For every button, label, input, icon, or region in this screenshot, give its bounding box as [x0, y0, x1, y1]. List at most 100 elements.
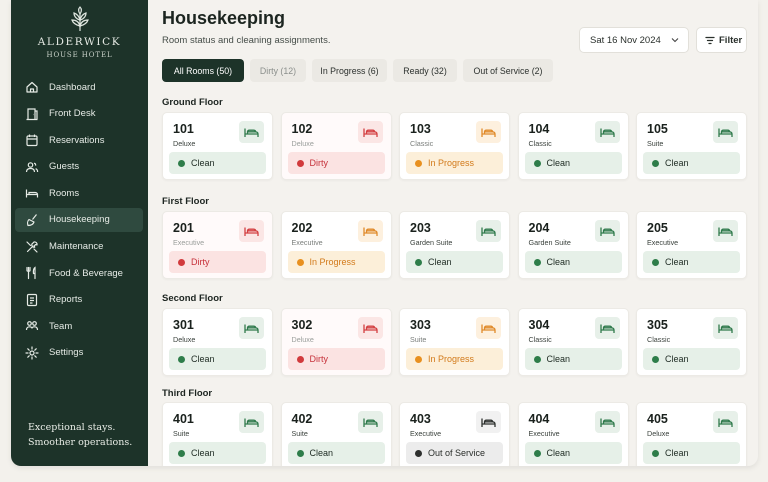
door-icon	[25, 107, 39, 121]
sidebar-item-settings[interactable]: Settings	[15, 341, 143, 365]
room-type: Executive	[173, 238, 205, 247]
status-badge: Clean	[643, 348, 740, 370]
bed-icon	[713, 121, 738, 143]
filter-label: Filter	[719, 34, 743, 46]
room-type: Garden Suite	[410, 238, 453, 247]
room-card[interactable]: 405 Deluxe Clean	[636, 402, 747, 466]
room-number: 402	[291, 412, 313, 426]
bed-icon	[594, 220, 620, 242]
room-card[interactable]: 305 Classic Clean	[636, 308, 747, 376]
status-badge: In Progress	[406, 348, 503, 370]
sidebar-item-front-desk[interactable]: Front Desk	[15, 102, 143, 126]
sidebar-item-label: Guests	[49, 161, 80, 173]
cutlery-icon	[25, 266, 39, 280]
sidebar-item-team[interactable]: Team	[15, 314, 143, 338]
room-card[interactable]: 401 Suite Clean	[162, 402, 273, 466]
status-badge: Dirty	[287, 152, 385, 174]
room-type: Classic	[410, 139, 434, 148]
status-label: Clean	[665, 448, 689, 458]
room-type: Classic	[647, 335, 671, 344]
sidebar-item-label: Team	[49, 320, 73, 332]
room-number: 404	[528, 412, 550, 426]
date-picker-button[interactable]: Sat 16 Nov 2024	[579, 27, 689, 53]
tab-all-rooms[interactable]: All Rooms (50)	[162, 59, 244, 82]
status-badge: Clean	[406, 251, 503, 273]
room-card[interactable]: 102 Deluxe Dirty	[280, 112, 392, 180]
room-card[interactable]: 301 Deluxe Clean	[162, 308, 273, 376]
sidebar-item-label: Housekeeping	[49, 214, 110, 226]
room-card[interactable]: 403 Executive Out of Service	[399, 402, 510, 466]
team-icon	[25, 319, 39, 333]
bed-icon	[357, 411, 383, 433]
room-card[interactable]: 201 Executive Dirty	[162, 211, 273, 279]
room-card[interactable]: 104 Classic Clean	[517, 112, 629, 180]
room-card[interactable]: 105 Suite Clean	[636, 112, 747, 180]
brand: ALDERWICK HOUSE HOTEL	[11, 0, 148, 59]
bed-icon	[476, 121, 501, 143]
status-badge: Clean	[643, 442, 740, 464]
room-type: Garden Suite	[528, 238, 571, 247]
filter-button[interactable]: Filter	[696, 27, 747, 53]
status-dot	[296, 449, 304, 457]
room-number: 101	[173, 122, 194, 136]
room-card[interactable]: 103 Classic In Progress	[399, 112, 510, 180]
floor-heading: First Floor	[162, 196, 209, 207]
sidebar-item-maintenance[interactable]: Maintenance	[15, 235, 143, 259]
status-dot	[415, 159, 422, 167]
room-number: 105	[647, 122, 668, 136]
status-tabs: All Rooms (50) Dirty (12) In Progress (6) R…	[162, 59, 559, 82]
status-dot	[533, 258, 541, 266]
sidebar-item-rooms[interactable]: Rooms	[15, 181, 143, 205]
room-card[interactable]: 402 Suite Clean	[280, 402, 392, 466]
room-card[interactable]: 303 Suite In Progress	[399, 308, 510, 376]
room-card[interactable]: 202 Executive In Progress	[280, 211, 392, 279]
sidebar-item-guests[interactable]: Guests	[15, 155, 143, 179]
sidebar-item-reports[interactable]: Reports	[15, 288, 143, 312]
status-dot	[652, 159, 659, 167]
room-type: Deluxe	[647, 429, 670, 438]
room-card[interactable]: 302 Deluxe Dirty	[280, 308, 392, 376]
status-dot	[415, 258, 422, 266]
room-type: Executive	[528, 429, 560, 438]
bed-icon	[357, 317, 383, 339]
room-card[interactable]: 203 Garden Suite Clean	[399, 211, 510, 279]
room-number: 305	[647, 318, 668, 332]
status-dot	[178, 159, 185, 167]
tab-dirty[interactable]: Dirty (12)	[250, 59, 306, 82]
status-label: In Progress	[309, 257, 356, 267]
status-label: Clean	[546, 158, 571, 168]
bed-icon	[239, 317, 264, 339]
status-label: Clean	[191, 448, 215, 458]
status-badge: Clean	[524, 152, 622, 174]
tab-ready[interactable]: Ready (32)	[393, 59, 457, 82]
floor-heading: Ground Floor	[162, 97, 223, 108]
room-card[interactable]: 101 Deluxe Clean	[162, 112, 273, 180]
room-card[interactable]: 205 Executive Clean	[636, 211, 747, 279]
tab-out-of-service[interactable]: Out of Service (2)	[463, 59, 553, 82]
tab-in-progress[interactable]: In Progress (6)	[312, 59, 387, 82]
status-dot	[533, 159, 541, 167]
room-type: Deluxe	[173, 335, 196, 344]
room-number: 202	[291, 221, 313, 235]
status-label: Dirty	[191, 257, 210, 267]
room-row: 301 Deluxe Clean 302 Deluxe Dirty 303 Suite In P…	[162, 308, 755, 376]
room-type: Classic	[528, 335, 552, 344]
room-number: 401	[173, 412, 194, 426]
tab-label: All Rooms (50)	[173, 65, 233, 76]
room-card[interactable]: 204 Garden Suite Clean	[517, 211, 629, 279]
status-badge: Clean	[643, 251, 740, 273]
room-card[interactable]: 304 Classic Clean	[517, 308, 629, 376]
status-dot	[178, 355, 185, 363]
sidebar-item-label: Settings	[49, 347, 84, 359]
sidebar-item-reservations[interactable]: Reservations	[15, 128, 143, 152]
room-type: Executive	[291, 238, 323, 247]
sidebar-item-housekeeping[interactable]: Housekeeping	[15, 207, 143, 232]
tab-label: Out of Service (2)	[473, 65, 543, 76]
bed-icon	[357, 220, 383, 242]
room-card[interactable]: 404 Executive Clean	[517, 402, 629, 466]
room-row: 201 Executive Dirty 202 Executive In Progress…	[162, 211, 755, 279]
status-label: Out of Service	[428, 448, 486, 458]
sidebar-item-food-beverage[interactable]: Food & Beverage	[15, 261, 143, 285]
broom-icon	[25, 213, 39, 227]
sidebar-item-dashboard[interactable]: Dashboard	[15, 75, 143, 99]
